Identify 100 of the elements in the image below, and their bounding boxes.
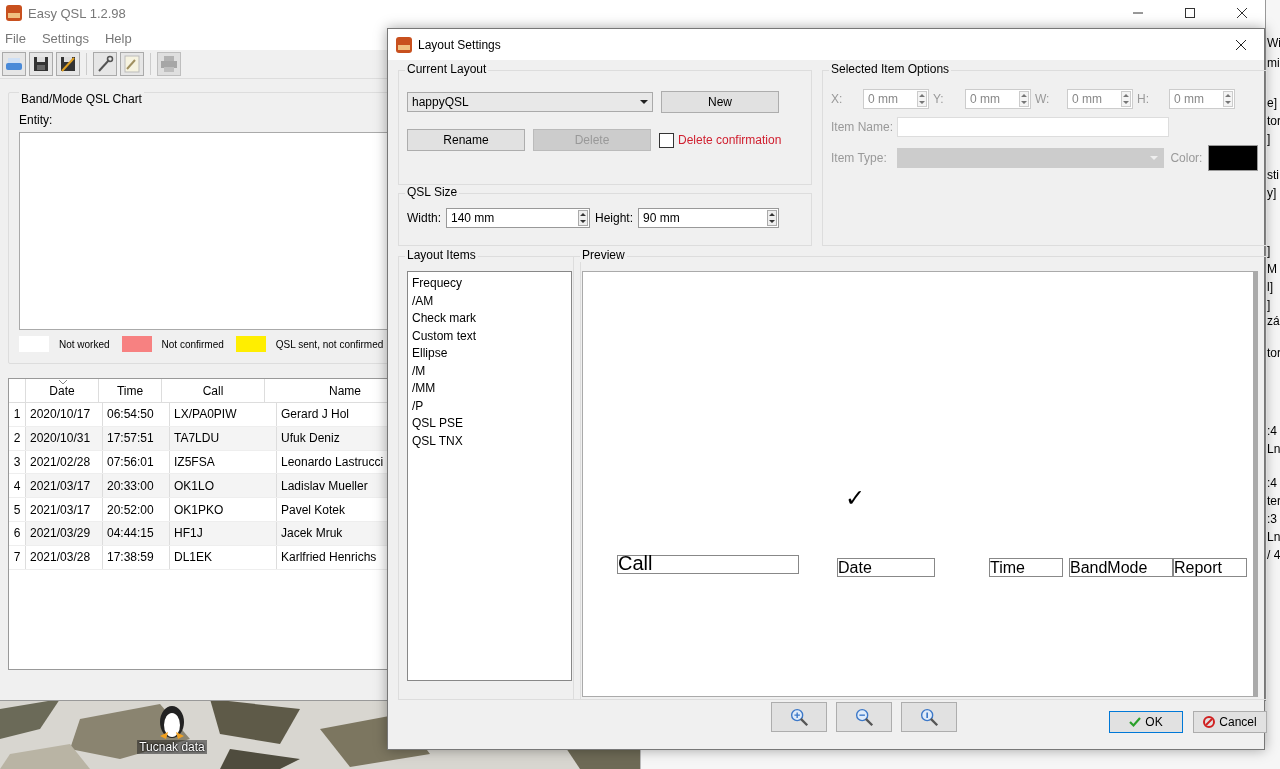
zoom-out-icon [853, 706, 875, 728]
window-text: :4 [1267, 424, 1277, 438]
field-label: Y: [933, 92, 945, 106]
list-item[interactable]: /MM [412, 380, 567, 398]
preview-field[interactable]: Call [617, 555, 799, 574]
preview-field[interactable]: BandMode [1069, 558, 1173, 577]
maximize-icon[interactable] [1184, 7, 1196, 19]
legend-label: Not confirmed [161, 338, 224, 350]
layout-dropdown[interactable]: happyQSL [407, 92, 653, 112]
window-text: :3 [1267, 512, 1277, 526]
window-text: ] [1267, 298, 1271, 312]
table-cell: 2021/03/28 [25, 545, 102, 569]
table-cell: OK1PKO [169, 498, 276, 521]
table-cell: IZ5FSA [169, 450, 276, 474]
spin-field[interactable]: 140 mm [446, 207, 590, 228]
table-cell: 20:52:00 [102, 498, 169, 521]
column-header[interactable]: Time [98, 379, 161, 402]
zoom-in-icon [788, 706, 810, 728]
window-text: Ln [1267, 530, 1280, 544]
caret-icon [1150, 156, 1159, 160]
check-mark[interactable]: ✓ [845, 486, 866, 510]
list-item[interactable]: Ellipse [412, 345, 567, 363]
list-item[interactable]: QSL TNX [412, 432, 567, 450]
wrench-icon[interactable] [93, 52, 117, 76]
table-cell: 2021/03/29 [25, 522, 102, 545]
close-icon[interactable] [1235, 38, 1247, 51]
entity-label: Entity: [19, 113, 54, 127]
table-cell: 20:33:00 [102, 474, 169, 498]
group-title: Layout Items [405, 248, 478, 262]
window-text: M [1267, 262, 1277, 276]
magnifier-icon [918, 706, 940, 728]
list-item[interactable]: /M [412, 362, 567, 380]
field-label: H: [1137, 92, 1150, 106]
spin-arrows-icon[interactable] [767, 209, 778, 226]
table-cell: OK1LO [169, 474, 276, 498]
list-item[interactable]: /P [412, 397, 567, 415]
table-cell: TA7LDU [169, 426, 276, 450]
table-cell: 2021/03/17 [25, 474, 102, 498]
dialog-title: Layout Settings [418, 37, 501, 52]
column-header[interactable]: Call [161, 379, 264, 402]
new-button[interactable]: New [661, 91, 779, 113]
menu-item[interactable]: Settings [41, 30, 89, 46]
window-text: e] [1267, 96, 1277, 110]
field-label: Item Type: [831, 151, 888, 165]
group-title: Selected Item Options [829, 62, 952, 76]
menu-item[interactable]: File [5, 30, 26, 46]
list-item[interactable]: Custom text [412, 327, 567, 345]
zoom-reset-button[interactable] [901, 702, 957, 732]
preview-field[interactable]: Report [1173, 558, 1247, 577]
checkmark-icon [1129, 716, 1142, 728]
window-text: ] [1267, 244, 1271, 258]
field-label: Color: [1170, 151, 1203, 165]
checkbox[interactable] [659, 132, 674, 148]
table-cell: 06:54:50 [102, 403, 169, 426]
group-title: Band/Mode QSL Chart [19, 92, 144, 106]
cancel-icon [1203, 716, 1216, 728]
window-text: ter [1267, 494, 1280, 508]
preview-field[interactable]: Time [989, 558, 1063, 577]
group-title: Current Layout [405, 62, 489, 76]
field-label: Width: [407, 210, 441, 225]
save-as-icon[interactable] [56, 52, 80, 76]
list-item[interactable]: /AM [412, 292, 567, 310]
column-header[interactable]: Date [25, 379, 98, 402]
preview-field[interactable]: Date [837, 558, 935, 577]
list-item[interactable]: Frequecy [412, 275, 567, 293]
zoom-in-button[interactable] [771, 702, 827, 732]
table-cell: LX/PA0PIW [169, 403, 276, 426]
window-title: Easy QSL 1.2.98 [28, 5, 126, 21]
spin-field[interactable]: 90 mm [638, 207, 780, 228]
table-cell: DL1EK [169, 545, 276, 569]
zoom-out-button[interactable] [836, 702, 892, 732]
field-label: X: [831, 92, 844, 106]
save-icon[interactable] [29, 52, 53, 76]
row-number: 6 [9, 522, 25, 545]
table-cell: 17:38:59 [102, 545, 169, 569]
window-text: Wi [1267, 36, 1280, 50]
table-cell: 2021/03/17 [25, 498, 102, 521]
table-cell: 04:44:15 [102, 522, 169, 545]
ok-button[interactable]: OK [1109, 711, 1183, 733]
checkbox-label[interactable]: Delete confirmation [678, 133, 782, 147]
window-text: zá [1267, 314, 1280, 328]
close-icon[interactable] [1236, 7, 1248, 19]
pencil-icon[interactable] [120, 52, 144, 76]
caret-icon [640, 100, 648, 104]
window-text: mi [1267, 56, 1280, 70]
spin-arrows-icon[interactable] [578, 209, 588, 226]
window-text: l] [1267, 280, 1273, 294]
desktop-icon-label[interactable]: Tucnak data [137, 740, 207, 754]
field-label: Item Name: [831, 120, 891, 134]
table-cell: HF1J [169, 522, 276, 545]
table-cell: 2020/10/31 [25, 426, 102, 450]
table-cell: 17:57:51 [102, 426, 169, 450]
window-text: y] [1267, 186, 1277, 200]
table-cell: 07:56:01 [102, 450, 169, 474]
window-text: tor [1267, 114, 1280, 128]
rename-button[interactable]: Rename [407, 129, 525, 151]
list-item[interactable]: Check mark [412, 310, 567, 328]
cancel-button[interactable]: Cancel [1193, 711, 1267, 733]
menu-item[interactable]: Help [104, 30, 132, 46]
list-item[interactable]: QSL PSE [412, 415, 567, 433]
